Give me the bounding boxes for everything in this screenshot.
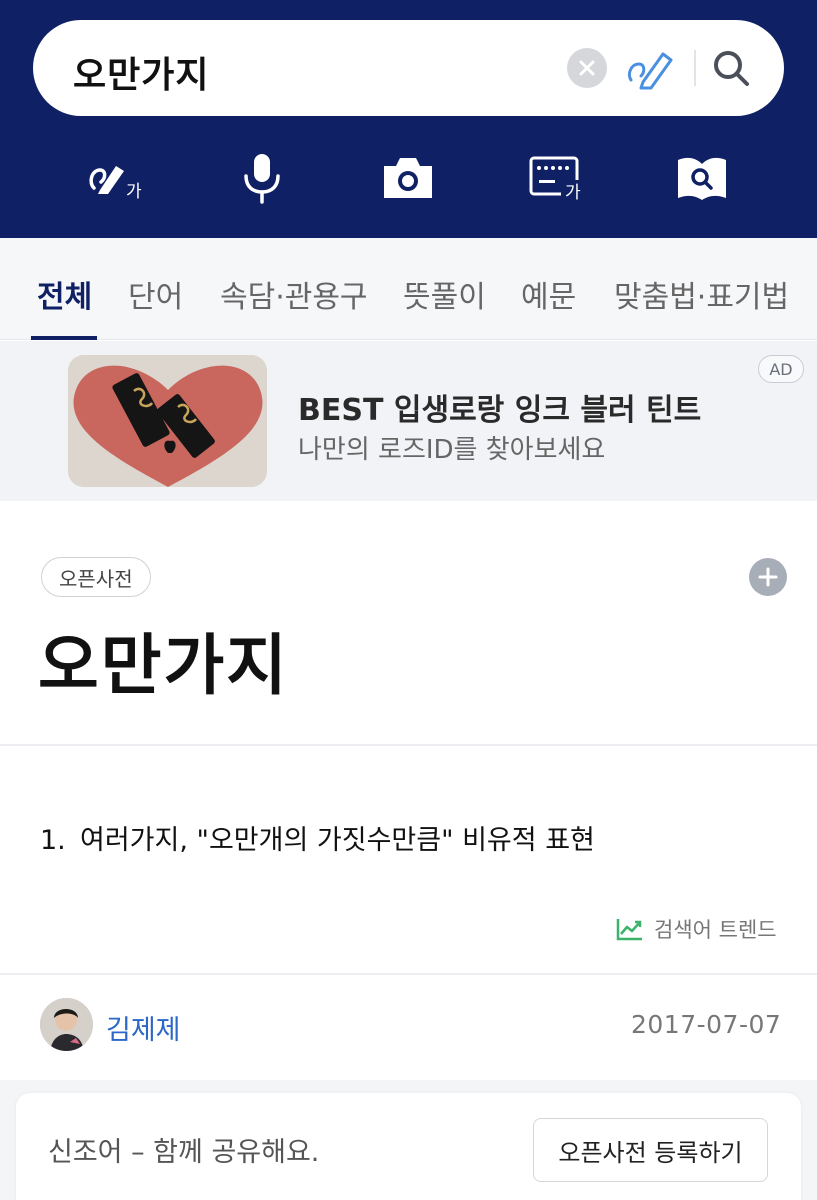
ad-title[interactable]: BEST 입생로랑 잉크 블러 틴트: [298, 385, 701, 429]
microphone-icon: [244, 154, 280, 204]
definition-text: 여러가지, "오만개의 가짓수만큼" 비유적 표현: [80, 825, 595, 856]
author-name[interactable]: 김제제: [106, 1008, 181, 1047]
header: 오만가지 가 가: [0, 0, 817, 238]
source-chip[interactable]: 오픈사전: [41, 557, 151, 597]
category-tabs: 전체 단어 속담·관용구 뜻풀이 예문 맞춤법·표기법: [0, 238, 817, 340]
keyboard-input-button[interactable]: 가: [525, 150, 585, 206]
pen-icon: [627, 52, 673, 90]
divider: [0, 744, 817, 746]
tab-spelling[interactable]: 맞춤법·표기법: [614, 272, 789, 316]
handwriting-search-button[interactable]: [625, 46, 677, 90]
ad-badge[interactable]: AD: [758, 355, 804, 383]
camera-icon: [384, 158, 432, 198]
search-trend-link[interactable]: 검색어 트렌드: [616, 914, 777, 944]
avatar[interactable]: [40, 998, 93, 1051]
camera-search-button[interactable]: [378, 150, 438, 206]
keyboard-icon: 가: [529, 156, 583, 203]
tab-examples[interactable]: 예문: [521, 272, 576, 316]
separator: [694, 50, 696, 86]
entry-title: 오만가지: [38, 627, 289, 704]
search-input[interactable]: 오만가지: [73, 46, 209, 98]
entry-date: 2017-07-07: [631, 1010, 782, 1039]
search-button[interactable]: [709, 46, 753, 90]
tab-proverbs[interactable]: 속담·관용구: [220, 272, 368, 316]
ad-banner[interactable]: BEST 입생로랑 잉크 블러 틴트 나만의 로즈ID를 찾아보세요 AD: [0, 341, 817, 501]
trend-label: 검색어 트렌드: [654, 918, 777, 942]
handwriting-input-button[interactable]: 가: [86, 150, 146, 206]
close-icon: [579, 60, 595, 76]
register-button[interactable]: 오픈사전 등록하기: [533, 1118, 768, 1182]
active-tab-indicator: [31, 336, 97, 340]
svg-text:가: 가: [565, 183, 581, 203]
tab-words[interactable]: 단어: [128, 272, 183, 316]
definition-item: 1. 여러가지, "오만개의 가짓수만큼" 비유적 표현: [40, 818, 595, 857]
trend-chart-icon: [616, 919, 642, 941]
handwriting-icon: 가: [89, 166, 142, 202]
tab-meanings[interactable]: 뜻풀이: [403, 272, 486, 316]
share-text: 신조어 – 함께 공유해요.: [48, 1137, 320, 1168]
plus-icon: [758, 567, 778, 587]
tab-all[interactable]: 전체: [37, 272, 92, 316]
dictionary-search-button[interactable]: [672, 150, 732, 206]
search-icon: [714, 51, 749, 86]
ad-subtitle[interactable]: 나만의 로즈ID를 찾아보세요: [298, 429, 605, 466]
definition-number: 1.: [40, 825, 66, 856]
add-button[interactable]: [749, 558, 787, 596]
svg-text:가: 가: [126, 182, 142, 202]
clear-button[interactable]: [567, 48, 607, 88]
search-bar[interactable]: 오만가지: [33, 20, 784, 116]
book-search-icon: [678, 157, 726, 200]
voice-search-button[interactable]: [232, 150, 292, 206]
ad-image: [68, 355, 267, 487]
divider: [0, 973, 817, 975]
